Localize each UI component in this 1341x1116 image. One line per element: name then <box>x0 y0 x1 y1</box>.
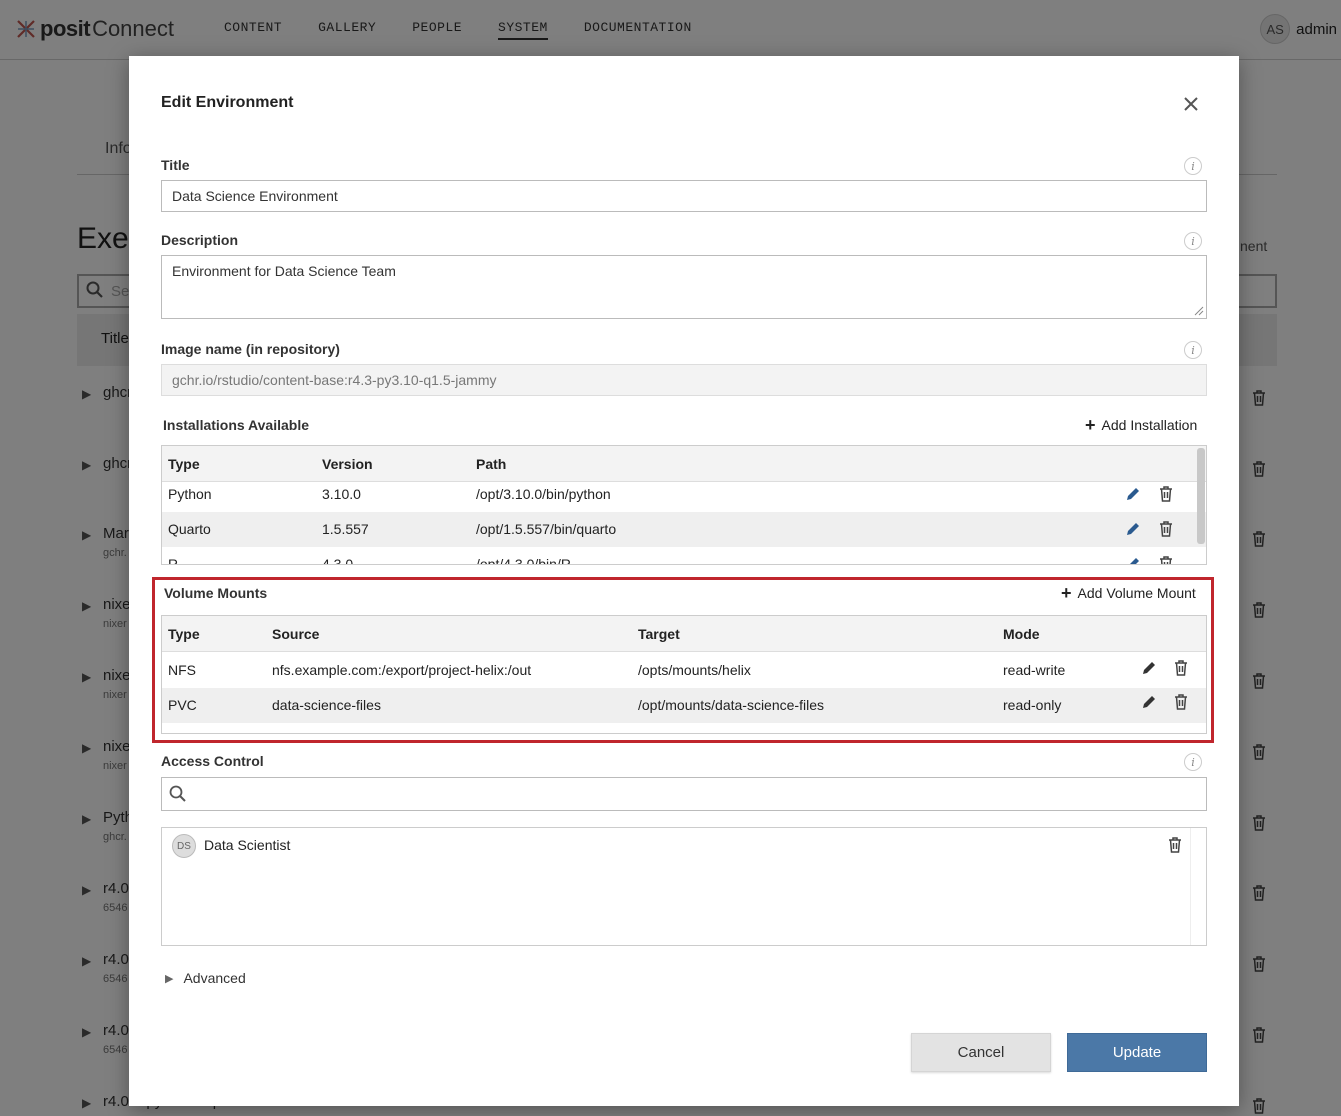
info-icon[interactable]: i <box>1184 157 1202 175</box>
volume-mounts-table: Type Source Target Mode NFS nfs.example.… <box>161 615 1207 734</box>
access-entry-name: Data Scientist <box>204 837 291 853</box>
description-label: Description <box>161 232 239 248</box>
edit-icon[interactable] <box>1141 660 1157 676</box>
col-mode: Mode <box>1003 626 1040 642</box>
description-text: Environment for Data Science Team <box>172 263 396 279</box>
col-source: Source <box>272 626 320 642</box>
trash-icon[interactable] <box>1173 694 1189 710</box>
installation-version: 3.10.0 <box>322 486 361 502</box>
cancel-button[interactable]: Cancel <box>911 1033 1051 1072</box>
advanced-toggle[interactable]: ▶ Advanced <box>165 970 246 986</box>
chevron-right-icon: ▶ <box>165 972 174 985</box>
add-installation-button[interactable]: + Add Installation <box>1085 415 1198 435</box>
table-row: Quarto 1.5.557 /opt/1.5.557/bin/quarto <box>162 512 1206 547</box>
volume-mounts-header: Type Source Target Mode <box>162 616 1206 652</box>
col-path: Path <box>476 456 507 472</box>
search-icon <box>169 785 186 802</box>
col-target: Target <box>638 626 680 642</box>
installation-path: /opt/4.3.0/bin/R <box>476 556 571 565</box>
title-label: Title <box>161 157 190 173</box>
volume-source: data-science-files <box>272 697 381 713</box>
close-icon[interactable] <box>1181 94 1201 114</box>
col-type: Type <box>168 626 200 642</box>
description-textarea[interactable]: Environment for Data Science Team <box>161 255 1207 319</box>
volume-mode: read-only <box>1003 697 1062 713</box>
installation-path: /opt/1.5.557/bin/quarto <box>476 521 617 537</box>
info-icon[interactable]: i <box>1184 232 1202 250</box>
title-input[interactable]: Data Science Environment <box>161 180 1207 212</box>
installation-version: 1.5.557 <box>322 521 369 537</box>
table-row: Python 3.10.0 /opt/3.10.0/bin/python <box>162 477 1206 512</box>
access-list: DS Data Scientist <box>161 827 1207 946</box>
edit-environment-dialog: Edit Environment Title i Data Science En… <box>129 56 1239 1106</box>
edit-icon[interactable] <box>1141 694 1157 710</box>
installations-title: Installations Available <box>163 417 310 433</box>
volume-mounts-title: Volume Mounts <box>164 585 268 601</box>
installation-type: Quarto <box>168 521 211 537</box>
volume-mode: read-write <box>1003 662 1066 678</box>
advanced-label: Advanced <box>183 970 246 986</box>
volume-type: NFS <box>168 662 196 678</box>
installation-path: /opt/3.10.0/bin/python <box>476 486 611 502</box>
image-name-label: Image name (in repository) <box>161 341 340 357</box>
installation-version: 4.3.0 <box>322 556 354 565</box>
add-volume-mount-label: Add Volume Mount <box>1077 585 1196 601</box>
trash-icon[interactable] <box>1167 837 1183 853</box>
col-type: Type <box>168 456 200 472</box>
plus-icon: + <box>1061 583 1072 603</box>
col-version: Version <box>322 456 373 472</box>
trash-icon[interactable] <box>1173 660 1189 676</box>
installation-type: R <box>168 556 179 565</box>
volume-target: /opt/mounts/data-science-files <box>638 697 824 713</box>
avatar: DS <box>172 834 196 858</box>
edit-icon[interactable] <box>1125 486 1141 502</box>
plus-icon: + <box>1085 415 1096 435</box>
info-icon[interactable]: i <box>1184 341 1202 359</box>
table-row: R 4.3.0 /opt/4.3.0/bin/R <box>162 547 1206 565</box>
info-icon[interactable]: i <box>1184 753 1202 771</box>
dialog-title: Edit Environment <box>161 94 294 111</box>
access-control-label: Access Control <box>161 753 264 769</box>
installation-type: Python <box>168 486 212 502</box>
access-search-input[interactable] <box>161 777 1207 811</box>
access-list-scrollbar[interactable] <box>1190 828 1206 945</box>
installations-scrollbar[interactable] <box>1197 448 1205 544</box>
add-installation-label: Add Installation <box>1101 417 1198 433</box>
volume-type: PVC <box>168 697 197 713</box>
installations-table: Type Version Path Python 3.10.0 /opt/3.1… <box>161 445 1207 565</box>
table-row: NFS nfs.example.com:/export/project-heli… <box>162 653 1206 688</box>
volume-source: nfs.example.com:/export/project-helix:/o… <box>272 662 532 678</box>
resize-handle-icon[interactable] <box>1194 306 1204 316</box>
add-volume-mount-button[interactable]: + Add Volume Mount <box>1061 583 1196 603</box>
trash-icon[interactable] <box>1158 486 1174 502</box>
image-name-input: gchr.io/rstudio/content-base:r4.3-py3.10… <box>161 364 1207 396</box>
edit-icon[interactable] <box>1125 521 1141 537</box>
trash-icon[interactable] <box>1158 556 1174 565</box>
update-button[interactable]: Update <box>1067 1033 1207 1072</box>
volume-target: /opts/mounts/helix <box>638 662 751 678</box>
table-row: PVC data-science-files /opt/mounts/data-… <box>162 688 1206 723</box>
trash-icon[interactable] <box>1158 521 1174 537</box>
edit-icon[interactable] <box>1125 556 1141 565</box>
